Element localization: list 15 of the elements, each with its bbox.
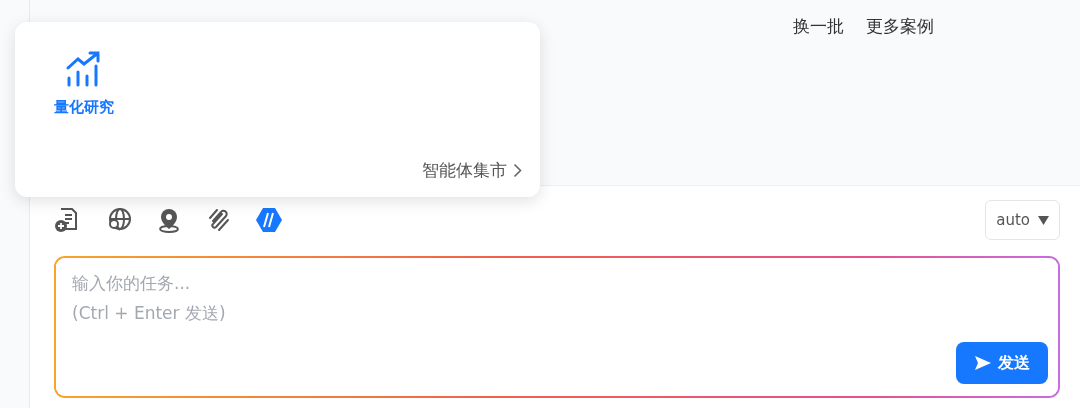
link-text[interactable]: 换一批 bbox=[793, 14, 844, 40]
model-select[interactable]: auto bbox=[985, 199, 1060, 241]
location-pin-icon[interactable] bbox=[157, 207, 181, 233]
agent-item[interactable]: 量化研究 bbox=[49, 50, 119, 119]
paperclip-icon[interactable] bbox=[207, 207, 231, 233]
dropdown-caret-icon bbox=[1038, 215, 1049, 225]
market-link[interactable]: 智能体集市 bbox=[422, 157, 522, 183]
send-icon bbox=[974, 355, 992, 371]
globe-search-icon[interactable] bbox=[106, 207, 132, 233]
chevron-right-icon bbox=[513, 162, 522, 178]
hexagon-slash-icon[interactable] bbox=[255, 207, 283, 233]
send-button[interactable]: 发送 bbox=[956, 342, 1048, 384]
link-text[interactable]: 更多案例 bbox=[866, 14, 934, 40]
document-add-icon[interactable] bbox=[54, 207, 80, 233]
chart-icon bbox=[65, 50, 103, 88]
